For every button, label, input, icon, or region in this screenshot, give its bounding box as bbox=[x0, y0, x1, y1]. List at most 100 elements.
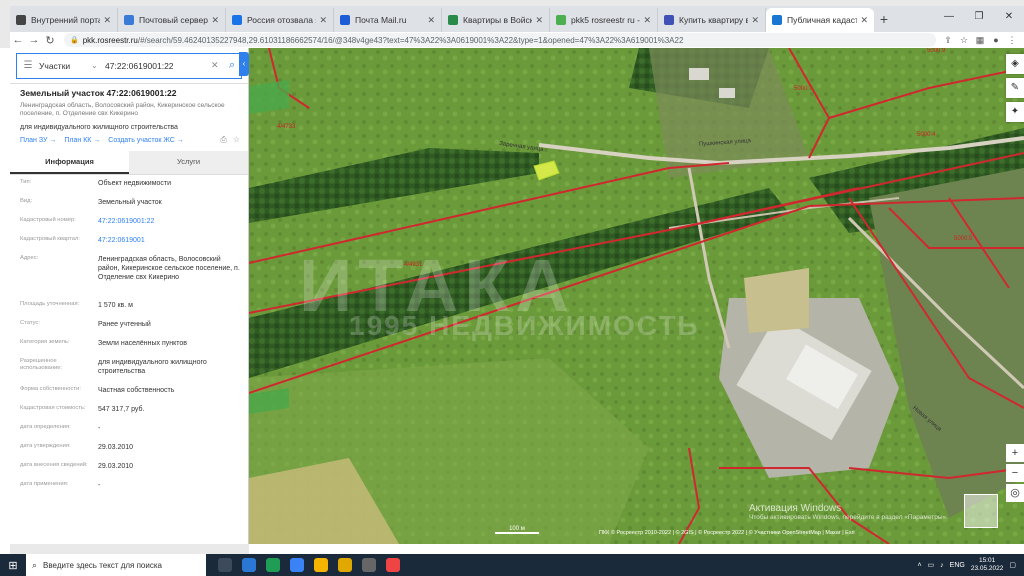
url-path: /#/search/59.46240135227948,29.610311866… bbox=[137, 35, 684, 45]
clear-icon[interactable]: ✕ bbox=[211, 60, 223, 71]
mail-app-icon[interactable] bbox=[242, 558, 256, 572]
browser-tab[interactable]: Внутренний портал - Дом✕ bbox=[10, 8, 118, 32]
info-value[interactable]: 47:22:0619001:22 bbox=[98, 217, 248, 236]
parcel-label[interactable]: 5000:5 bbox=[954, 236, 972, 242]
draw-icon[interactable]: ✎ bbox=[1006, 78, 1024, 98]
browser-tabbar: Внутренний портал - Дом✕Почтовый сервер … bbox=[10, 6, 1024, 32]
parcel-label[interactable]: 5000:7 bbox=[794, 86, 812, 92]
back-icon[interactable]: ← bbox=[10, 34, 26, 46]
browser-tab[interactable]: Почта Mail.ru ✕ bbox=[334, 8, 442, 32]
info-label: дата определения: bbox=[20, 424, 71, 430]
language-indicator[interactable]: ENG bbox=[950, 562, 965, 569]
collapse-panel-button[interactable]: ‹ bbox=[239, 52, 249, 76]
link-create-parcel[interactable]: Создать участок ЖС → bbox=[108, 137, 184, 144]
browser-tab[interactable]: Почтовый сервер компа✕ bbox=[118, 8, 226, 32]
ie-icon[interactable] bbox=[290, 558, 304, 572]
info-value: Земельный участок bbox=[98, 199, 162, 206]
parcel-label[interactable]: 5000:4 bbox=[917, 132, 935, 138]
windows-start-icon[interactable]: ⊞ bbox=[0, 559, 26, 572]
tab-close-icon[interactable]: ✕ bbox=[103, 15, 111, 26]
address-bar[interactable]: 🔒 pkk.rosreestr.ru /#/search/59.46240135… bbox=[64, 33, 936, 47]
bookmark-star-icon[interactable]: ☆ bbox=[958, 35, 970, 46]
print-icon[interactable]: ⎙ bbox=[220, 135, 226, 145]
tab-services[interactable]: Услуги bbox=[129, 151, 248, 174]
app-icon[interactable] bbox=[386, 558, 400, 572]
link-plan-kk[interactable]: План КК → bbox=[64, 137, 100, 144]
tab-close-icon[interactable]: ✕ bbox=[211, 15, 219, 26]
taskbar-search-input[interactable]: ⌕ Введите здесь текст для поиска bbox=[26, 554, 206, 576]
map-toolbar: ◈ ✎ ✦ bbox=[1006, 54, 1024, 122]
tab-label: Внутренний портал - Дом bbox=[31, 15, 100, 25]
info-value[interactable]: 47:22:0619001 bbox=[98, 236, 248, 255]
info-value: - bbox=[98, 425, 101, 432]
info-value: для индивидуального жилищного строительс… bbox=[98, 359, 207, 375]
tab-close-icon[interactable]: ✕ bbox=[751, 15, 759, 26]
network-icon[interactable]: ▭ bbox=[928, 561, 935, 569]
edge-icon[interactable] bbox=[266, 558, 280, 572]
clock-date: 23.05.2022 bbox=[970, 565, 1004, 572]
new-tab-button[interactable]: + bbox=[874, 8, 894, 32]
extensions-icon[interactable]: ▦ bbox=[974, 35, 986, 46]
tab-information[interactable]: Информация bbox=[10, 151, 129, 174]
info-label: Статус: bbox=[20, 320, 40, 326]
browser-tab[interactable]: pkk5 rosreestr ru - Публи✕ bbox=[550, 8, 658, 32]
zoom-controls: + − ◎ bbox=[1006, 444, 1024, 502]
info-value: Ранее учтенный bbox=[98, 321, 151, 328]
tab-close-icon[interactable]: ✕ bbox=[427, 15, 435, 26]
tab-label: Почтовый сервер компа bbox=[139, 15, 208, 25]
map-view[interactable]: 4/4733 4/4931 5000:7 5000:4 5000:5 5000:… bbox=[249, 48, 1024, 544]
tab-close-icon[interactable]: ✕ bbox=[860, 15, 868, 26]
browser-tab[interactable]: Купить квартиру в посел✕ bbox=[658, 8, 766, 32]
info-row: Статус: Ранее учтенный bbox=[20, 320, 248, 339]
close-window-icon[interactable]: ✕ bbox=[994, 6, 1024, 32]
favorite-star-icon[interactable]: ☆ bbox=[233, 135, 240, 145]
file-explorer-icon[interactable] bbox=[338, 558, 352, 572]
reload-icon[interactable]: ↻ bbox=[42, 34, 58, 47]
tray-chevron-icon[interactable]: ˄ bbox=[917, 562, 921, 569]
link-plan-zu[interactable]: План ЗУ → bbox=[20, 137, 56, 144]
zoom-out-icon[interactable]: − bbox=[1006, 464, 1024, 482]
layers-icon[interactable]: ◈ bbox=[1006, 54, 1024, 74]
card-tabs: Информация Услуги bbox=[10, 151, 248, 175]
zoom-in-icon[interactable]: + bbox=[1006, 444, 1024, 462]
tab-favicon-icon bbox=[772, 15, 782, 25]
menu-burger-icon[interactable]: ☰ bbox=[17, 60, 39, 71]
locate-icon[interactable]: ◎ bbox=[1006, 484, 1024, 502]
left-gutter bbox=[0, 48, 10, 554]
forward-icon[interactable]: → bbox=[26, 34, 42, 46]
chrome-icon[interactable] bbox=[314, 558, 328, 572]
tab-close-icon[interactable]: ✕ bbox=[643, 15, 651, 26]
share-icon[interactable]: ⇪ bbox=[942, 35, 954, 46]
info-label: дата применения: bbox=[20, 481, 69, 487]
menu-icon[interactable]: ⋮ bbox=[1006, 35, 1018, 46]
browser-tab[interactable]: Публичная кадастровая✕ bbox=[766, 8, 874, 32]
measure-icon[interactable]: ✦ bbox=[1006, 102, 1024, 122]
chevron-down-icon[interactable]: ⌄ bbox=[91, 61, 101, 70]
info-row: Кадастровая стоимость: 547 317,7 руб. bbox=[20, 405, 248, 424]
volume-icon[interactable]: ♪ bbox=[940, 562, 944, 569]
search-category-select[interactable]: Участки bbox=[39, 61, 91, 71]
maximize-icon[interactable]: ❐ bbox=[964, 6, 994, 32]
notifications-icon[interactable]: ▢ bbox=[1009, 561, 1016, 569]
browser-tab[interactable]: Россия отозвала заявку✕ bbox=[226, 8, 334, 32]
info-value: 29.03.2010 bbox=[98, 444, 134, 451]
info-label: Площадь уточненная: bbox=[20, 301, 80, 307]
info-label: Вид: bbox=[20, 198, 33, 204]
browser-tab[interactable]: Квартиры в Войсковицах✕ bbox=[442, 8, 550, 32]
watermark-subtitle: 1995 НЕДВИЖИМОСТЬ bbox=[349, 310, 700, 341]
app-icon[interactable] bbox=[362, 558, 376, 572]
minimap[interactable] bbox=[964, 494, 998, 528]
tab-favicon-icon bbox=[124, 15, 134, 25]
parcel-label[interactable]: 4/4733 bbox=[277, 124, 295, 130]
clock[interactable]: 15:01 23.05.2022 bbox=[971, 557, 1004, 573]
bottom-strip bbox=[249, 544, 1024, 554]
task-view-icon[interactable] bbox=[218, 558, 232, 572]
profile-icon[interactable]: ● bbox=[990, 35, 1002, 46]
minimize-icon[interactable]: — bbox=[934, 6, 964, 32]
tab-close-icon[interactable]: ✕ bbox=[535, 15, 543, 26]
search-input[interactable]: 47:22:0619001:22 bbox=[101, 61, 211, 71]
tab-favicon-icon bbox=[556, 15, 566, 25]
info-label: Тип: bbox=[20, 179, 32, 185]
parcel-label[interactable]: 5000:9 bbox=[927, 48, 945, 54]
tab-close-icon[interactable]: ✕ bbox=[319, 15, 327, 26]
